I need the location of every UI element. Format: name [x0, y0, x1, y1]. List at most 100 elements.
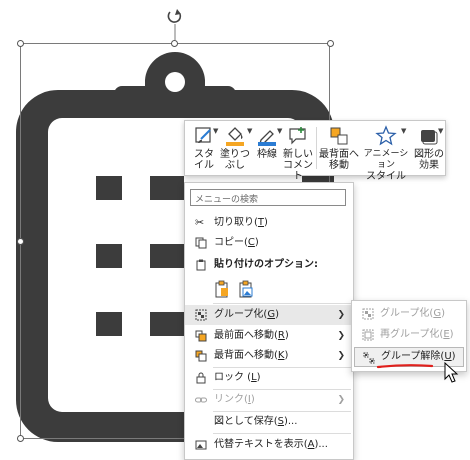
submenu-item-group: グループ化(G) [354, 304, 464, 324]
mouse-cursor-icon [444, 362, 459, 383]
copy-end: ) [254, 237, 259, 248]
menu-item-save-as-picture[interactable]: 図として保存(S)... [185, 412, 353, 432]
paste-options-label: 貼り付けのオプション: [214, 259, 318, 270]
sub-group-text: グループ化( [380, 308, 434, 319]
regroup-icon [362, 329, 374, 341]
menu-item-group[interactable]: グループ化(G) ❯ [185, 305, 353, 325]
alt-text-icon [195, 440, 207, 450]
menu-item-alt-text[interactable]: 代替テキストを表示(A)... [185, 435, 353, 455]
animation-star-icon [375, 125, 397, 146]
submenu-item-regroup: 再グループ化(E) [354, 325, 464, 345]
lock-text: ロック ( [214, 372, 252, 383]
link-end: ) [250, 394, 255, 405]
send-to-back-label-2: 移動 [329, 160, 349, 171]
fill-label-2: ぶし [225, 160, 245, 171]
shape-effects-icon [421, 130, 438, 145]
new-comment-label-1: 新しい [283, 149, 313, 160]
send-to-back-icon [330, 127, 348, 145]
chevron-down-icon[interactable]: ▼ [438, 127, 443, 135]
chevron-down-icon[interactable]: ▼ [247, 127, 252, 135]
new-comment-label-2: コメント [283, 160, 313, 182]
group-end: ) [275, 309, 279, 320]
menu-separator [213, 433, 351, 434]
submenu-arrow-icon: ❯ [337, 351, 345, 361]
toolbar-separator [316, 127, 317, 169]
menu-item-send-to-back[interactable]: 最背面へ移動(K) ❯ [185, 346, 353, 366]
save-picture-end: )... [283, 416, 298, 427]
animation-style-label-2: スタイル [366, 171, 406, 182]
sub-group-key: G [433, 308, 442, 319]
outline-label: 枠線 [257, 149, 277, 160]
bring-front-text: 最前面へ移動( [214, 330, 278, 341]
bring-front-end: ) [284, 330, 289, 341]
send-to-back-button[interactable]: 最背面へ 移動 [319, 125, 359, 171]
cut-end: ) [264, 217, 268, 228]
style-label-1: スタ [194, 149, 214, 160]
sub-regroup-text: 再グループ化( [380, 329, 444, 340]
resize-handle-middle-left[interactable] [17, 238, 24, 245]
sub-ungroup-key: U [444, 351, 452, 362]
paste-keep-source-button[interactable] [213, 279, 231, 299]
shape-effects-label-1: 図形の [414, 149, 444, 160]
sub-ungroup-text: グループ解除( [381, 351, 445, 362]
animation-style-label-1: アニメーション [363, 149, 409, 170]
red-annotation-underline [376, 364, 434, 369]
menu-item-bring-to-front[interactable]: 最前面へ移動(R) ❯ [185, 326, 353, 346]
lock-icon [196, 372, 206, 384]
menu-search-input[interactable]: メニューの検索 [190, 189, 346, 206]
link-icon [195, 397, 207, 403]
copy-text: コピー( [214, 237, 248, 248]
style-label-2: イル [194, 160, 214, 171]
chevron-down-icon[interactable]: ▼ [401, 127, 406, 135]
shape-effects-label-2: 効果 [419, 160, 439, 171]
resize-handle-top-left[interactable] [17, 40, 24, 47]
menu-item-copy[interactable]: コピー(C) [185, 233, 353, 253]
menu-item-link: リンク(I) ❯ [185, 390, 353, 410]
group-icon [195, 309, 207, 321]
alt-text-text: 代替テキストを表示( [214, 439, 308, 450]
copy-key: C [247, 237, 255, 248]
menu-item-cut[interactable]: ✂ 切り取り(T) [185, 213, 353, 233]
context-menu: メニューの検索 ✂ 切り取り(T) コピー(C) 貼り付けのオプション: グルー… [184, 182, 354, 460]
ungroup-icon [363, 352, 375, 364]
cut-text: 切り取り( [214, 217, 258, 228]
chevron-down-icon[interactable]: ▼ [277, 127, 282, 135]
fill-label-1: 塗りつ [219, 149, 251, 160]
resize-handle-top-right[interactable] [327, 40, 334, 47]
lock-end: ) [256, 372, 261, 383]
group-icon [362, 308, 374, 320]
mini-toolbar: スタ イル 塗りつ ぶし 枠線 新しい コメント 最背面へ 移動 アニメーション… [184, 120, 446, 182]
style-brush-icon [195, 127, 211, 143]
menu-item-paste-options: 貼り付けのオプション: [185, 255, 353, 275]
new-comment-icon [289, 127, 306, 145]
new-comment-button[interactable]: 新しい コメント [283, 125, 313, 182]
sub-ungroup-end: ) [451, 351, 456, 362]
group-key: G [267, 309, 276, 320]
bring-front-key: R [277, 330, 285, 341]
group-text: グループ化( [214, 309, 268, 320]
fill-bucket-icon [226, 127, 244, 146]
alt-text-end: )... [314, 439, 328, 450]
paste-picture-icon [239, 280, 253, 298]
send-to-back-icon [195, 350, 207, 362]
submenu-arrow-icon: ❯ [337, 331, 345, 341]
resize-handle-top-center[interactable] [171, 40, 178, 47]
submenu-arrow-icon: ❯ [337, 310, 345, 320]
bring-to-front-icon [195, 330, 207, 342]
rotate-handle-icon[interactable] [167, 9, 182, 40]
paste-keep-formatting-icon [215, 280, 228, 298]
paste-as-picture-button[interactable] [237, 279, 255, 299]
resize-handle-bottom-left[interactable] [17, 435, 24, 442]
chevron-down-icon[interactable]: ▼ [213, 127, 218, 135]
paste-icon [196, 259, 206, 271]
send-back-end: ) [284, 350, 289, 361]
menu-item-lock[interactable]: ロック (L) [185, 368, 353, 388]
save-picture-text: 図として保存( [214, 416, 278, 427]
menu-separator [213, 303, 351, 304]
sub-regroup-end: ) [449, 329, 454, 340]
scissors-icon: ✂ [195, 216, 205, 229]
send-to-back-label-1: 最背面へ [319, 149, 359, 160]
submenu-arrow-icon: ❯ [337, 395, 345, 405]
copy-icon [195, 237, 207, 249]
sub-group-end: ) [441, 308, 445, 319]
